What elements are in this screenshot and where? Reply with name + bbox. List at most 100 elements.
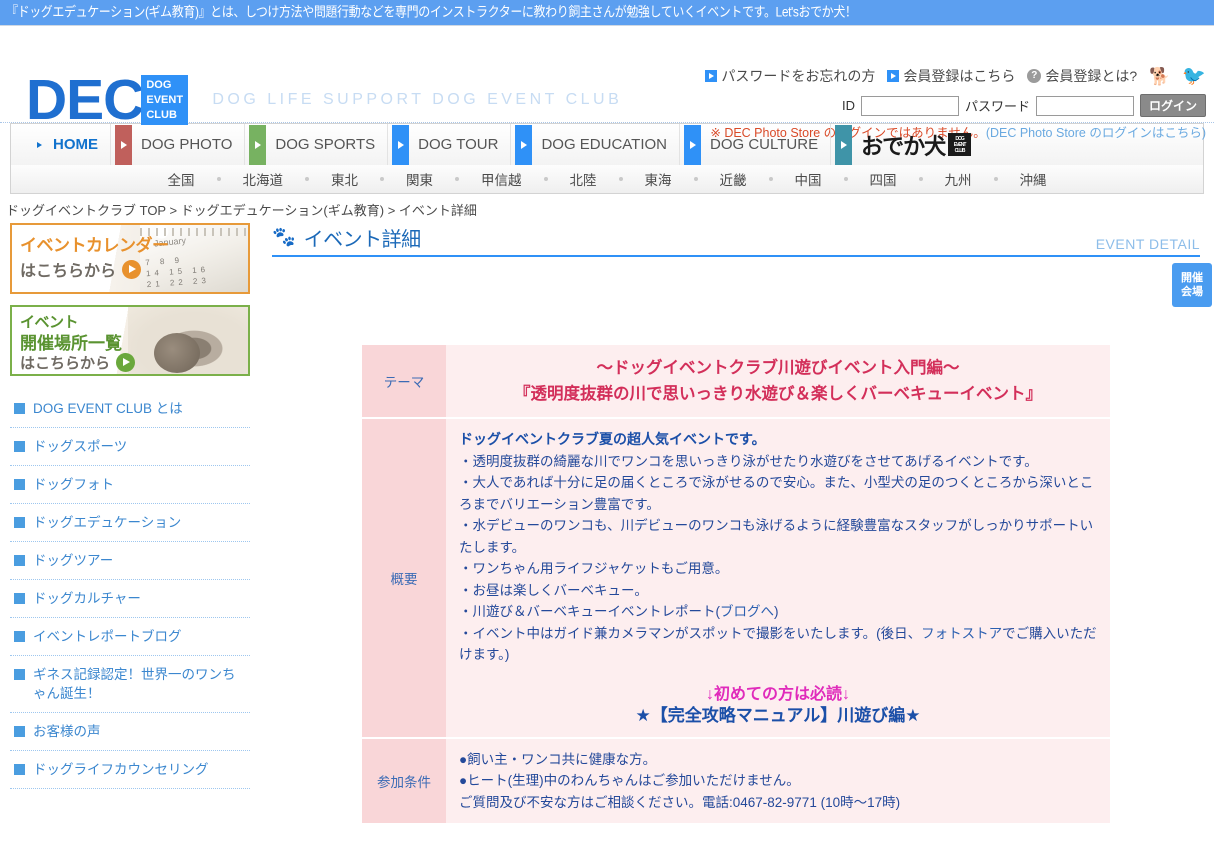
triangle-arrow-icon xyxy=(684,124,702,165)
login-button[interactable]: ログイン xyxy=(1139,94,1206,117)
overview-line-report: ・川遊び＆バーベキューイベントレポート(ブログへ) xyxy=(459,601,1097,623)
banner-venue-line2: はこちらから xyxy=(20,352,136,373)
sidebar-label-dog-life-counseling: ドッグライフカウンセリング xyxy=(33,762,209,777)
sidebar-label-dog-culture: ドッグカルチャー xyxy=(33,591,141,606)
region-item-2[interactable]: 東北 xyxy=(309,169,380,189)
logo-badge-line1: DOG xyxy=(146,79,172,91)
report-prefix: ・川遊び＆バーベキューイベントレポート( xyxy=(459,604,720,619)
row-label-overview: 概要 xyxy=(362,419,446,737)
cta-line1: ↓初めての方は必読↓ xyxy=(705,685,850,703)
theme-line2: 『透明度抜群の川で思いっきり水遊び＆楽しくバーベキューイベント』 xyxy=(514,385,1042,403)
id-input[interactable] xyxy=(860,95,959,116)
region-item-4[interactable]: 甲信越 xyxy=(459,169,544,189)
page-body: January 7 8 9 14 15 16 21 22 23 イベントカレンダー … xyxy=(0,223,1214,825)
sidebar: January 7 8 9 14 15 16 21 22 23 イベントカレンダー … xyxy=(10,223,260,825)
site-tagline: DOG LIFE SUPPORT DOG EVENT CLUB xyxy=(212,91,623,108)
region-item-6[interactable]: 東海 xyxy=(623,169,694,189)
blue-square-bullet-icon xyxy=(14,441,25,452)
blue-square-bullet-icon xyxy=(14,669,25,680)
sidebar-item-guinness[interactable]: ギネス記録認定！世界一のワンちゃん誕生！ xyxy=(10,656,250,713)
blue-square-bullet-icon xyxy=(14,593,25,604)
region-item-9[interactable]: 四国 xyxy=(848,169,919,189)
table-row-conditions: 参加条件 ●飼い主・ワンコ共に健康な方。 ●ヒート(生理)中のわんちゃんはご参加… xyxy=(362,738,1110,823)
nav-item-dog-sports[interactable]: DOG SPORTS xyxy=(245,124,389,165)
sidebar-label-event-report-blog: イベントレポートブログ xyxy=(33,629,182,644)
table-row-theme: テーマ ～ドッグイベントクラブ川遊びイベント入門編～ 『透明度抜群の川で思いっき… xyxy=(362,345,1110,417)
banner-venue-line1b: 開催場所一覧 xyxy=(20,334,122,353)
nav-item-dog-tour[interactable]: DOG TOUR xyxy=(388,124,512,165)
manual-link[interactable]: 【完全攻略マニュアル】川遊び編 xyxy=(651,706,906,725)
nav-item-odekaken[interactable]: おでか犬 DOG EVENT CLUB xyxy=(831,124,983,165)
sidebar-item-dog-culture[interactable]: ドッグカルチャー xyxy=(10,580,250,618)
page-title-group: 🐾 イベント詳細 xyxy=(272,223,421,252)
paw-print-icon: 🐾 xyxy=(272,227,296,248)
blue-square-bullet-icon xyxy=(14,517,25,528)
blue-square-bullet-icon xyxy=(14,726,25,737)
odekaken-badge-icon: DOG EVENT CLUB xyxy=(948,133,972,156)
page-title-bar: 🐾 イベント詳細 EVENT DETAIL xyxy=(272,223,1200,257)
region-item-11[interactable]: 沖縄 xyxy=(998,169,1069,189)
password-input[interactable] xyxy=(1035,95,1134,116)
nav-item-dog-photo[interactable]: DOG PHOTO xyxy=(111,124,246,165)
sidebar-item-dog-life-counseling[interactable]: ドッグライフカウンセリング xyxy=(10,751,250,789)
register-link[interactable]: 会員登録はこちら xyxy=(887,66,1015,86)
site-logo[interactable]: DEC DOG EVENT CLUB DOG LIFE SUPPORT DOG … xyxy=(26,72,623,129)
triangle-arrow-icon xyxy=(835,124,853,165)
sidebar-item-dog-sports[interactable]: ドッグスポーツ xyxy=(10,428,250,466)
overview-line-0: ・透明度抜群の綺麗な川でワンコを思いっきり泳がせたり水遊びをさせてあげるイベント… xyxy=(459,453,1038,469)
row-value-theme: ～ドッグイベントクラブ川遊びイベント入門編～ 『透明度抜群の川で思いっきり水遊び… xyxy=(446,345,1110,417)
region-item-3[interactable]: 関東 xyxy=(384,169,455,189)
about-membership-link[interactable]: ? 会員登録とは? xyxy=(1027,66,1137,86)
nav-label-dog-tour: DOG TOUR xyxy=(418,136,499,153)
sidebar-item-dog-tour[interactable]: ドッグツアー xyxy=(10,542,250,580)
blue-square-bullet-icon xyxy=(14,403,25,414)
nav-label-home: HOME xyxy=(53,136,98,153)
sidebar-label-about: DOG EVENT CLUB とは xyxy=(33,401,183,416)
nav-item-dog-culture[interactable]: DOG CULTURE xyxy=(680,124,832,165)
cta-star-right: ★ xyxy=(905,706,921,725)
twitter-bird-icon[interactable]: 🐦 xyxy=(1182,67,1206,86)
nav-label-dog-culture: DOG CULTURE xyxy=(710,136,819,153)
photo-store-login-link[interactable]: (DEC Photo Store のログインはこちら) xyxy=(986,126,1206,140)
banner-event-venues[interactable]: イベント 開催場所一覧 はこちらから xyxy=(10,305,250,376)
forgot-password-link[interactable]: パスワードをお忘れの方 xyxy=(705,66,875,86)
sidebar-label-dog-photo: ドッグフォト xyxy=(33,477,114,492)
sidebar-item-dog-education[interactable]: ドッグエデュケーション xyxy=(10,504,250,542)
sidebar-item-event-report-blog[interactable]: イベントレポートブログ xyxy=(10,618,250,656)
sidebar-item-about[interactable]: DOG EVENT CLUB とは xyxy=(10,390,250,428)
banner-calendar-line2: はこちらから xyxy=(20,257,142,281)
logo-badge: DOG EVENT CLUB xyxy=(141,75,189,125)
password-label: パスワード xyxy=(964,99,1030,114)
region-item-1[interactable]: 北海道 xyxy=(221,169,306,189)
theme-line1: ～ドッグイベントクラブ川遊びイベント入門編～ xyxy=(596,359,960,377)
triangle-arrow-icon xyxy=(392,124,410,165)
sidebar-item-customer-voice[interactable]: お客様の声 xyxy=(10,713,250,751)
region-item-8[interactable]: 中国 xyxy=(773,169,844,189)
breadcrumb: ドッグイベントクラブ TOP > ドッグエデュケーション(ギム教育) > イベン… xyxy=(6,203,477,218)
banner-event-calendar[interactable]: January 7 8 9 14 15 16 21 22 23 イベントカレンダー … xyxy=(10,223,250,294)
calendar-numbers: 7 8 9 14 15 16 21 22 23 xyxy=(144,255,211,290)
sidebar-menu: DOG EVENT CLUB とは ドッグスポーツ ドッグフォト ドッグエデュケ… xyxy=(10,390,250,789)
sidebar-item-dog-photo[interactable]: ドッグフォト xyxy=(10,466,250,504)
question-mark-icon: ? xyxy=(1027,69,1042,83)
region-item-5[interactable]: 北陸 xyxy=(548,169,619,189)
nav-item-dog-education[interactable]: DOG EDUCATION xyxy=(511,124,681,165)
photo-prefix: ・イベント中はガイド兼カメラマンがスポットで撮影をいたします。(後日、 xyxy=(459,625,922,641)
overview-line-1: ・大人であれば十分に足の届くところで泳がせるので安心。また、小型犬の足のつくとこ… xyxy=(459,475,1094,512)
overview-lead: ドッグイベントクラブ夏の超人気イベントです。 xyxy=(459,431,766,447)
blue-square-arrow-icon xyxy=(887,70,900,82)
venue-quick-tab-line2: 会場 xyxy=(1181,286,1203,298)
dog-silhouette-icon[interactable]: 🐕 xyxy=(1149,68,1170,85)
venue-quick-tab[interactable]: 開催 会場 xyxy=(1172,263,1212,307)
overview-line-2: ・水デビューのワンコも、川デビューのワンコも泳げるように経験豊富なスタッフがしっ… xyxy=(459,518,1094,555)
sidebar-label-dog-tour: ドッグツアー xyxy=(33,553,114,568)
photo-store-link[interactable]: フォトストア xyxy=(921,626,1002,641)
nav-item-home[interactable]: HOME xyxy=(11,124,111,165)
region-item-10[interactable]: 九州 xyxy=(923,169,994,189)
region-item-0[interactable]: 全国 xyxy=(146,169,217,189)
site-announcement-banner: 『ドッグエデュケーション(ギム教育)』とは、しつけ方法や問題行動などを専門のイン… xyxy=(0,0,1214,26)
region-item-7[interactable]: 近畿 xyxy=(698,169,769,189)
blog-link[interactable]: ブログへ xyxy=(720,604,774,619)
cta-star-left: ★ xyxy=(635,706,651,725)
main-content: 🐾 イベント詳細 EVENT DETAIL 開催 会場 テーマ ～ドッグイベント… xyxy=(260,223,1214,825)
